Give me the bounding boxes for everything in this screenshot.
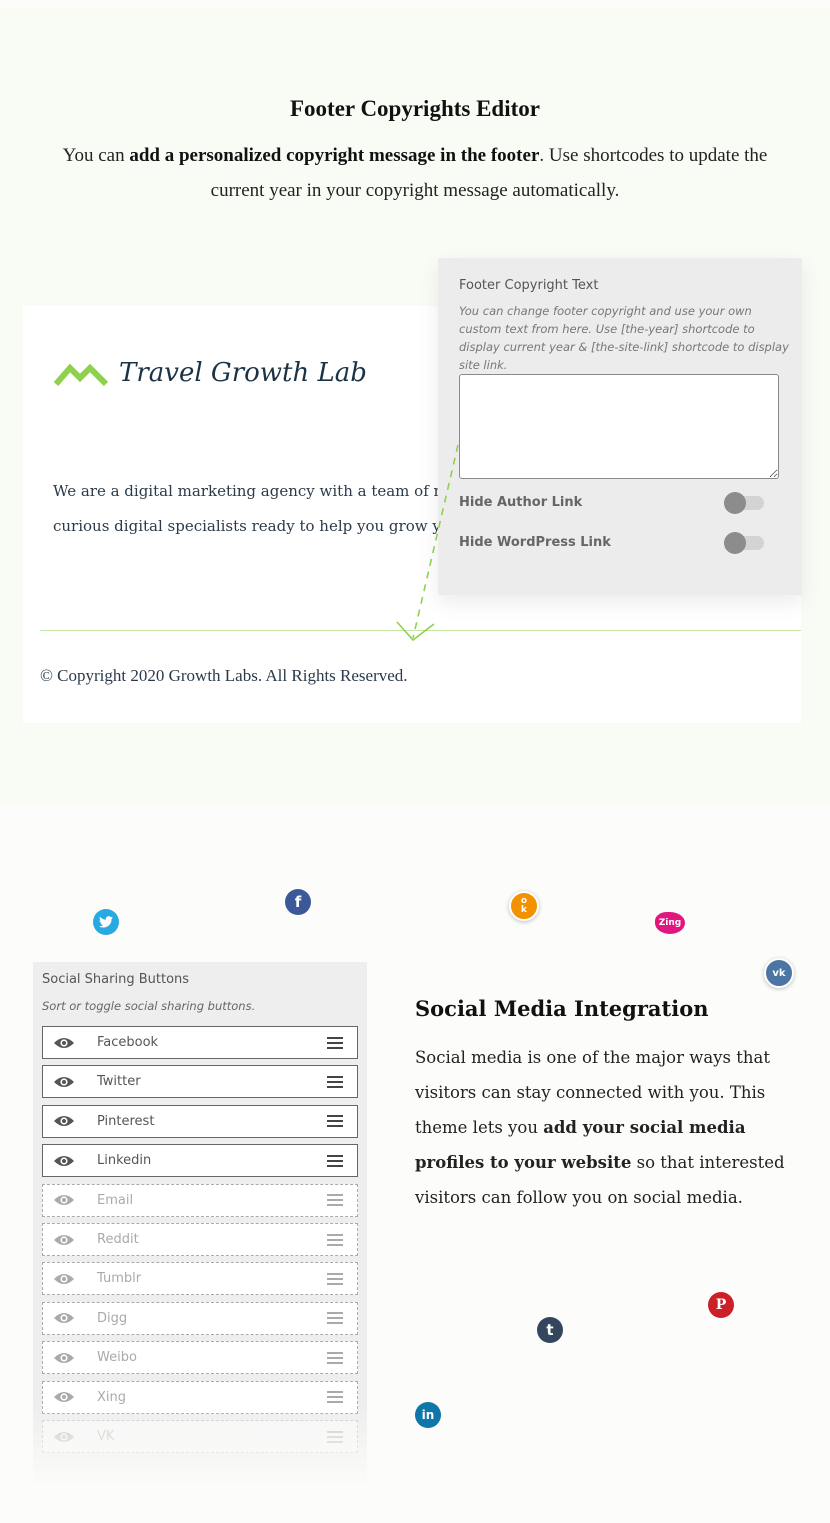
sharing-item-label: Linkedin <box>97 1153 152 1169</box>
eye-icon[interactable] <box>53 1036 77 1050</box>
facebook-icon[interactable]: f <box>285 889 311 915</box>
section-title: Social Media Integration <box>415 996 709 1021</box>
sharing-item-reddit[interactable]: Reddit <box>42 1223 358 1256</box>
drag-handle-icon[interactable] <box>327 1391 343 1404</box>
hide-author-link-row: Hide Author Link <box>459 490 764 514</box>
drag-handle-icon[interactable] <box>327 1194 343 1207</box>
drag-handle-icon[interactable] <box>327 1154 343 1167</box>
desc-bold-text: add a personalized copyright message in … <box>129 145 540 166</box>
panel-title: Social Sharing Buttons <box>42 972 190 987</box>
footer-editor-section: Footer Copyrights Editor You can add a p… <box>0 8 830 804</box>
tumblr-icon[interactable]: t <box>537 1317 563 1343</box>
drag-handle-icon[interactable] <box>327 1233 343 1246</box>
drag-handle-icon[interactable] <box>327 1430 343 1443</box>
sharing-item-digg[interactable]: Digg <box>42 1301 358 1335</box>
section-description: You can add a personalized copyright mes… <box>40 138 790 208</box>
section-title: Footer Copyrights Editor <box>289 96 540 121</box>
sharing-item-label: Reddit <box>97 1232 139 1247</box>
about-text: We are a digital marketing agency with a… <box>53 474 443 554</box>
zing-icon[interactable]: Zing <box>655 912 685 934</box>
about-line: We are a digital marketing agency with a… <box>53 482 443 500</box>
copyright-text-input[interactable] <box>459 374 779 479</box>
drag-handle-icon[interactable] <box>327 1075 343 1088</box>
social-integration-section: f ok Zing vk t P in Social Sharing Butto… <box>0 804 830 1523</box>
sharing-item-weibo[interactable]: Weibo <box>42 1341 358 1375</box>
sharing-item-label: VK <box>97 1429 115 1444</box>
drag-handle-icon[interactable] <box>327 1312 343 1325</box>
eye-icon[interactable] <box>53 1390 77 1404</box>
site-logo[interactable]: Travel Growth Lab <box>53 358 367 388</box>
toggle-label: Hide Author Link <box>459 494 583 510</box>
drag-handle-icon[interactable] <box>327 1351 343 1364</box>
drag-handle-icon[interactable] <box>327 1115 343 1128</box>
eye-icon[interactable] <box>53 1430 77 1444</box>
panel-title: Footer Copyright Text <box>459 278 599 293</box>
copyright-text: © Copyright 2020 Growth Labs. All Rights… <box>40 666 408 685</box>
sharing-item-pinterest[interactable]: Pinterest <box>42 1104 358 1138</box>
sharing-item-label: Xing <box>97 1389 127 1405</box>
eye-icon[interactable] <box>53 1193 77 1207</box>
hide-author-link-toggle[interactable] <box>724 492 764 514</box>
pinterest-icon[interactable]: P <box>708 1292 734 1318</box>
drag-handle-icon[interactable] <box>327 1036 343 1049</box>
footer-divider <box>40 630 801 631</box>
panel-description: Sort or toggle social sharing buttons. <box>42 999 256 1013</box>
eye-icon[interactable] <box>53 1272 77 1286</box>
sharing-item-twitter[interactable]: Twitter <box>42 1065 358 1099</box>
mountain-logo-icon <box>53 363 109 387</box>
linkedin-icon[interactable]: in <box>415 1402 441 1428</box>
sharing-item-facebook[interactable]: Facebook <box>42 1026 358 1059</box>
sharing-item-label: Digg <box>97 1310 128 1326</box>
eye-icon[interactable] <box>53 1233 77 1247</box>
eye-icon[interactable] <box>53 1311 77 1325</box>
eye-icon[interactable] <box>53 1114 77 1128</box>
toggle-label: Hide WordPress Link <box>459 534 611 550</box>
vk-icon[interactable]: vk <box>764 958 794 988</box>
sharing-item-label: Pinterest <box>97 1113 155 1129</box>
sharing-item-vk[interactable]: VK <box>42 1420 358 1453</box>
about-line: curious digital specialists ready to hel… <box>53 517 441 535</box>
section-description: Social media is one of the major ways th… <box>415 1040 800 1215</box>
sharing-item-tumblr[interactable]: Tumblr <box>42 1262 358 1296</box>
drag-handle-icon[interactable] <box>327 1272 343 1285</box>
sharing-item-xing[interactable]: Xing <box>42 1380 358 1414</box>
sharing-item-label: Email <box>97 1192 134 1208</box>
social-sharing-panel: Social Sharing Buttons Sort or toggle so… <box>33 962 367 1502</box>
desc-text: You can <box>62 145 130 166</box>
sharing-item-label: Facebook <box>97 1035 159 1050</box>
eye-icon[interactable] <box>53 1075 77 1089</box>
sharing-item-label: Tumblr <box>97 1271 142 1287</box>
eye-icon[interactable] <box>53 1154 77 1168</box>
sharing-item-email[interactable]: Email <box>42 1183 358 1217</box>
logo-text: Travel Growth Lab <box>119 358 367 388</box>
eye-icon[interactable] <box>53 1351 77 1365</box>
panel-description: You can change footer copyright and use … <box>459 304 789 372</box>
sharing-item-label: Weibo <box>97 1350 137 1366</box>
twitter-icon[interactable] <box>93 909 119 935</box>
hide-wordpress-link-toggle[interactable] <box>724 532 764 554</box>
footer-copyright-panel: Footer Copyright Text You can change foo… <box>438 258 802 595</box>
odnoklassniki-icon[interactable]: ok <box>509 891 539 921</box>
sharing-item-label: Twitter <box>97 1074 141 1090</box>
hide-wordpress-link-row: Hide WordPress Link <box>459 530 764 554</box>
sharing-item-linkedin[interactable]: Linkedin <box>42 1144 358 1178</box>
